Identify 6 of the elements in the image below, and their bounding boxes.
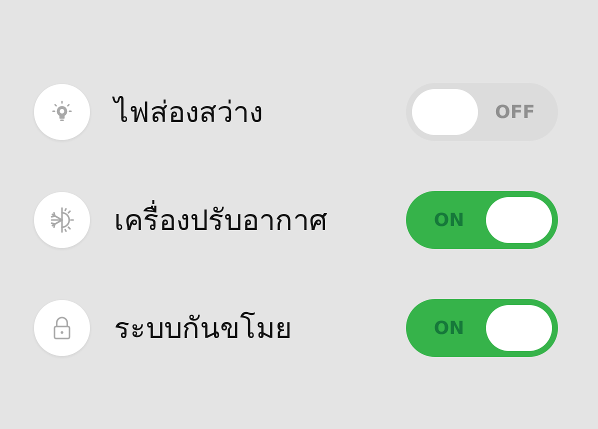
toggle-switch[interactable]: ON — [406, 299, 558, 357]
device-label: เครื่องปรับอากาศ — [114, 197, 406, 243]
device-label: ระบบกันขโมย — [114, 310, 293, 347]
toggle-switch[interactable]: ON — [406, 191, 558, 249]
toggle-switch[interactable]: OFF — [406, 83, 558, 141]
device-label: ไฟส่องสว่าง — [114, 94, 264, 131]
